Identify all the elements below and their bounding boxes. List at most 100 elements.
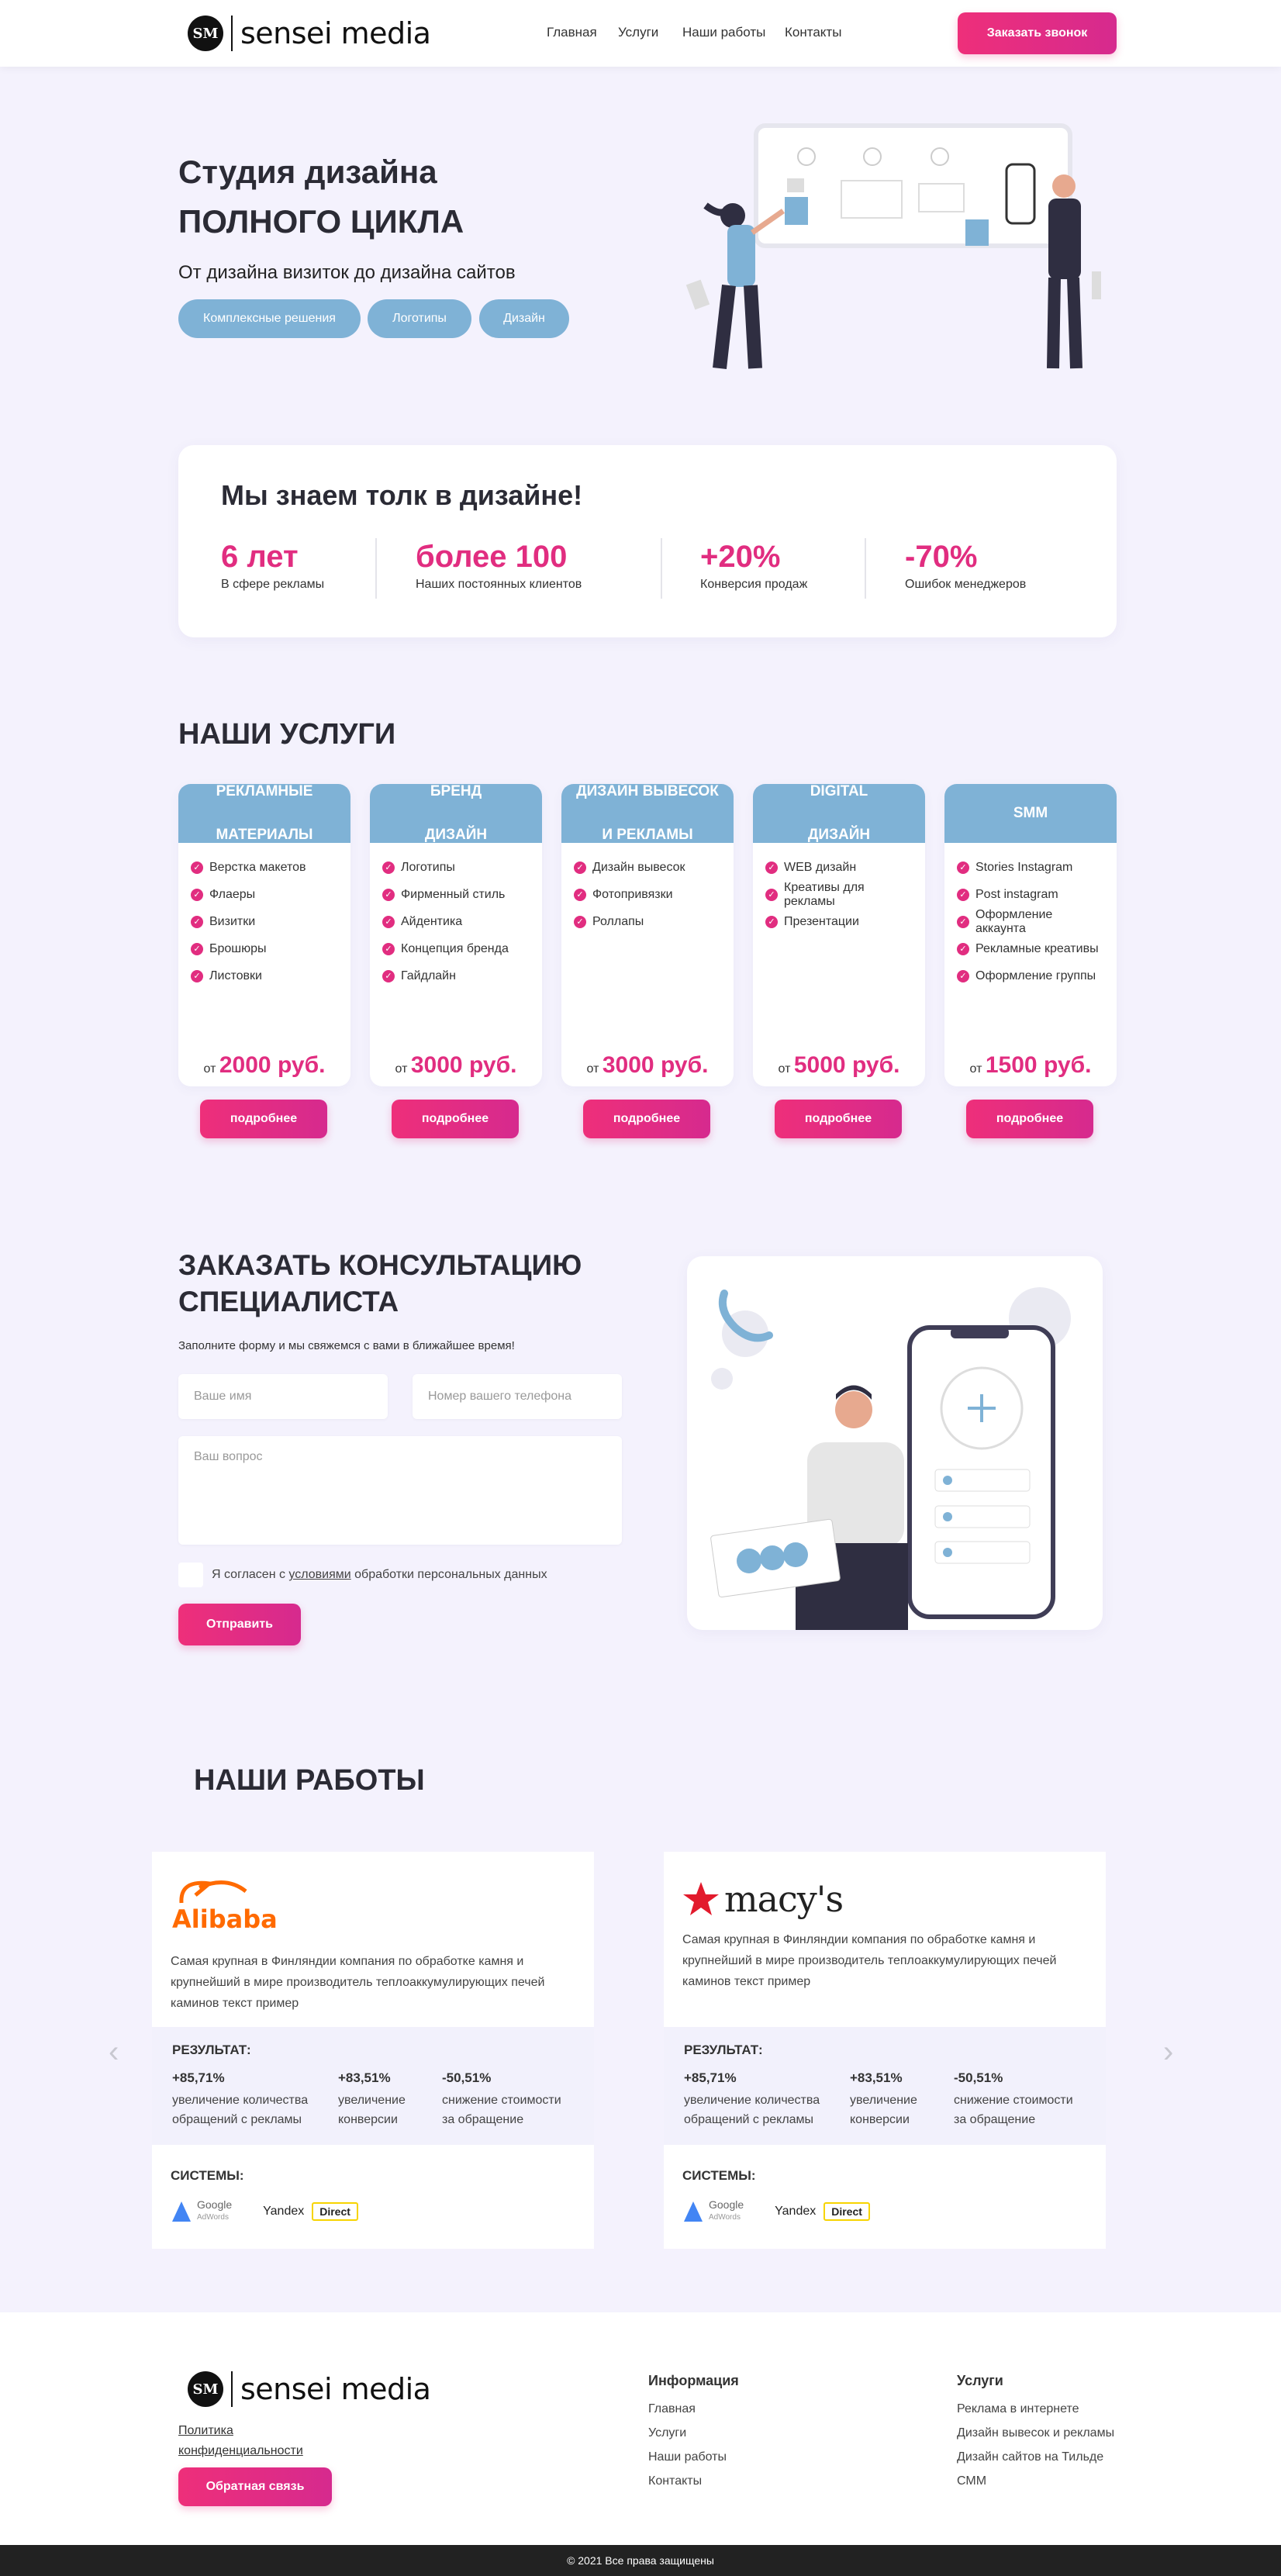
pill-design[interactable]: Дизайн <box>479 299 569 338</box>
logo-text: sensei media <box>240 2372 431 2406</box>
service-more-button[interactable]: подробнее <box>583 1100 710 1138</box>
nav-contacts[interactable]: Контакты <box>785 25 841 40</box>
pill-complex[interactable]: Комплексные решения <box>178 299 361 338</box>
question-textarea[interactable]: Ваш вопрос <box>178 1436 622 1545</box>
name-input[interactable]: Ваше имя <box>178 1374 388 1419</box>
service-title-line: ДИЗАЙН <box>807 827 871 843</box>
pill-logos[interactable]: Логотипы <box>368 299 471 338</box>
consult-subtitle: Заполните форму и мы свяжемся с вами в б… <box>178 1339 515 1352</box>
service-card-title: БРЕНД ДИЗАЙН <box>370 784 542 843</box>
systems-title: СИСТЕМЫ: <box>171 2168 244 2183</box>
service-price: от 1500 руб. <box>944 1052 1117 1079</box>
check-icon: ✓ <box>382 861 395 874</box>
service-item-label: Флаеры <box>209 887 256 901</box>
systems-title: СИСТЕМЫ: <box>682 2168 756 2183</box>
service-item-label: Листовки <box>209 969 262 982</box>
chevron-right-icon[interactable]: › <box>1163 2035 1173 2070</box>
hero-title-line1: Студия дизайна <box>178 154 437 190</box>
direct-badge: Direct <box>312 2201 358 2221</box>
logo[interactable]: SM sensei media <box>188 16 431 51</box>
results-title: РЕЗУЛЬТАТ: <box>684 2042 763 2057</box>
result-label: увеличение количества <box>684 2094 820 2107</box>
service-item: ✓ Stories Instagram <box>957 854 1106 881</box>
price-value: 2000 руб. <box>219 1052 326 1078</box>
service-item: ✓ Презентации <box>765 908 914 935</box>
google-adwords-icon <box>172 2201 191 2222</box>
service-item: ✓ Визитки <box>191 908 340 935</box>
logo-badge: SM <box>188 16 223 51</box>
footer-link-tilda[interactable]: Дизайн сайтов на Тильде <box>957 2450 1103 2464</box>
terms-link[interactable]: условиями <box>288 1568 350 1581</box>
hero-illustration <box>685 123 1101 370</box>
yandex-label: Yandex <box>263 2204 305 2218</box>
work-card: Alibaba Самая крупная в Финляндии компан… <box>152 1852 594 2249</box>
service-more-button[interactable]: подробнее <box>966 1100 1093 1138</box>
consult-illustration <box>710 1287 1071 1630</box>
google-adwords-icon <box>684 2201 703 2222</box>
phone-input[interactable]: Номер вашего телефона <box>413 1374 622 1419</box>
check-icon: ✓ <box>574 915 586 928</box>
nav-services[interactable]: Услуги <box>618 25 658 40</box>
service-title-line: БРЕНД <box>430 784 482 799</box>
adwords-label: AdWords <box>709 2213 741 2222</box>
footer-link-smm[interactable]: СММ <box>957 2474 986 2488</box>
service-item-label: Логотипы <box>401 860 455 874</box>
footer-link-signs[interactable]: Дизайн вывесок и рекламы <box>957 2426 1114 2440</box>
work-card: macy's Самая крупная в Финляндии компани… <box>664 1852 1106 2249</box>
service-item: ✓ Дизайн вывесок <box>574 854 723 881</box>
logo-text: sensei media <box>240 16 431 50</box>
result-value: +85,71% <box>172 2070 225 2085</box>
privacy-link-line2: конфиденциальности <box>178 2444 303 2457</box>
service-more-button[interactable]: подробнее <box>200 1100 327 1138</box>
stat-value-errors: -70% <box>905 540 978 574</box>
check-icon: ✓ <box>382 888 395 901</box>
price-value: 3000 руб. <box>602 1052 709 1078</box>
stat-value-years: 6 лет <box>221 540 299 574</box>
agree-text-post: обработки персональных данных <box>350 1568 547 1581</box>
footer-link-contacts[interactable]: Контакты <box>648 2474 702 2488</box>
order-call-button[interactable]: Заказать звонок <box>958 12 1117 54</box>
systems-logos: Google AdWords Yandex Direct <box>172 2199 358 2223</box>
service-card-title: DIGITAL ДИЗАЙН <box>753 784 925 843</box>
check-icon: ✓ <box>191 942 203 955</box>
check-icon: ✓ <box>765 861 778 874</box>
service-card: РЕКЛАМНЫЕ МАТЕРИАЛЫ ✓ Верстка макетов ✓ Флаер… <box>178 784 350 1086</box>
chevron-left-icon[interactable]: ‹ <box>109 2035 119 2070</box>
footer-link-works[interactable]: Наши работы <box>648 2450 727 2464</box>
macys-logo: macy's <box>682 1878 844 1920</box>
service-item: ✓ Фотопривязки <box>574 881 723 908</box>
agree-checkbox[interactable] <box>178 1563 203 1587</box>
service-items: ✓ Stories Instagram ✓ Post instagram ✓ Оформл… <box>944 843 1117 989</box>
footer-logo[interactable]: SM sensei media <box>188 2371 431 2407</box>
service-card: ДИЗАЙН ВЫВЕСОК И РЕКЛАМЫ ✓ Дизайн вывесок ✓ Ф… <box>561 784 734 1086</box>
privacy-link[interactable]: Политика конфиденциальности <box>178 2421 303 2461</box>
google-adwords-label: Google AdWords <box>709 2199 744 2223</box>
service-card: DIGITAL ДИЗАЙН ✓ WEB дизайн ✓ Креативы для ре… <box>753 784 925 1086</box>
check-icon: ✓ <box>574 888 586 901</box>
footer-link-internet-ads[interactable]: Реклама в интернете <box>957 2402 1079 2416</box>
service-card: SMM ✓ Stories Instagram ✓ Post instagram ✓ Офо… <box>944 784 1117 1086</box>
service-items: ✓ WEB дизайн ✓ Креативы для рекламы ✓ Презент… <box>753 843 925 935</box>
nav-works[interactable]: Наши работы <box>682 25 765 40</box>
submit-button[interactable]: Отправить <box>178 1604 301 1645</box>
service-item-label: Рекламные креативы <box>975 941 1099 955</box>
hero-subtitle: От дизайна визиток до дизайна сайтов <box>178 262 516 283</box>
footer-link-home[interactable]: Главная <box>648 2402 696 2416</box>
service-title-line: SMM <box>1013 805 1048 821</box>
feedback-button[interactable]: Обратная связь <box>178 2467 332 2506</box>
service-item: ✓ Верстка макетов <box>191 854 340 881</box>
service-price: от 5000 руб. <box>753 1052 925 1079</box>
logo-divider <box>231 16 233 51</box>
service-more-button[interactable]: подробнее <box>775 1100 902 1138</box>
check-icon: ✓ <box>191 861 203 874</box>
service-item: ✓ Листовки <box>191 962 340 989</box>
service-more-button[interactable]: подробнее <box>392 1100 519 1138</box>
nav-home[interactable]: Главная <box>547 25 597 40</box>
footer-link-services[interactable]: Услуги <box>648 2426 686 2440</box>
adwords-label: AdWords <box>197 2213 229 2222</box>
service-card: БРЕНД ДИЗАЙН ✓ Логотипы ✓ Фирменный стиль ✓ Айд… <box>370 784 542 1086</box>
service-item: ✓ Оформление аккаунта <box>957 908 1106 935</box>
service-card-title: SMM <box>944 784 1117 843</box>
site-header: SM sensei media Главная Услуги Наши рабо… <box>0 0 1281 67</box>
alibaba-logo-mark: Alibaba <box>172 1880 278 1934</box>
